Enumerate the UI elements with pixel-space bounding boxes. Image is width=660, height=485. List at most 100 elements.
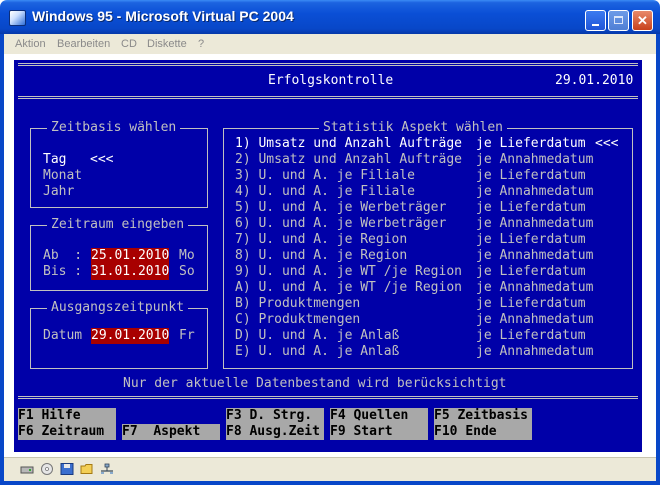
- f9-start-key[interactable]: F9 Start: [330, 424, 428, 440]
- statistik-item[interactable]: 4) U. und A. je Filiale: [235, 184, 415, 200]
- statistik-item-mode: je Annahmedatum: [476, 248, 594, 263]
- f10-ende-key[interactable]: F10 Ende: [434, 424, 532, 440]
- fkey-text: Ende: [465, 424, 497, 439]
- bis-weekday: So: [179, 264, 195, 279]
- header-date: 29.01.2010: [555, 73, 634, 88]
- close-icon: ✕: [637, 13, 648, 28]
- window-frame-right: [656, 34, 660, 485]
- zeitbasis-option-monat[interactable]: Monat: [43, 168, 82, 184]
- fkey-text: Start: [353, 424, 393, 439]
- statistik-item-mode: je Lieferdatum: [476, 328, 586, 343]
- dos-screen[interactable]: Erfolgskontrolle 29.01.2010 Zeitbasis wä…: [14, 60, 642, 452]
- statistik-selected-marker: <<<: [595, 136, 619, 151]
- statistik-item-mode: je Lieferdatum: [476, 232, 586, 247]
- statistik-item-mode: je Annahmedatum: [476, 184, 594, 199]
- bis-label: Bis :: [43, 264, 83, 279]
- fkey-text: Quellen: [353, 408, 409, 423]
- datum-label: Datum: [43, 328, 83, 343]
- statistik-item[interactable]: 3) U. und A. je Filiale: [235, 168, 415, 184]
- cd-icon[interactable]: [40, 463, 54, 475]
- floppy-icon[interactable]: [60, 463, 74, 475]
- ab-label: Ab :: [43, 248, 83, 263]
- menu-bar: Aktion Bearbeiten CD Diskette ?: [4, 34, 656, 54]
- statistik-item-mode: je Annahmedatum: [476, 152, 594, 167]
- zeitraum-title: Zeitraum eingeben: [47, 217, 189, 233]
- zeitbasis-title: Zeitbasis wählen: [47, 120, 181, 136]
- fkey-label: F5: [434, 408, 450, 423]
- statistik-item-mode: je Annahmedatum: [476, 312, 594, 327]
- statistik-item[interactable]: E) U. und A. je Anlaß: [235, 344, 399, 360]
- disk-drive-icon[interactable]: [20, 463, 34, 475]
- ab-weekday: Mo: [179, 248, 195, 263]
- datum-field[interactable]: 29.01.2010: [91, 328, 170, 344]
- f1-help-key[interactable]: F1 Hilfe: [18, 408, 116, 424]
- f8-ausgzeit-key[interactable]: F8 Ausg.Zeit: [226, 424, 324, 440]
- fkey-label: F1: [18, 408, 34, 423]
- header-top-border: [18, 63, 638, 66]
- f6-zeitraum-key[interactable]: F6 Zeitraum: [18, 424, 116, 440]
- fkey-label: F4: [330, 408, 346, 423]
- footer-border: [18, 396, 638, 399]
- f7-aspekt-key[interactable]: F7 Aspekt: [122, 424, 220, 440]
- title-bar[interactable]: Windows 95 - Microsoft Virtual PC 2004 ✕: [0, 0, 660, 34]
- statistik-item[interactable]: B) Produktmengen: [235, 296, 360, 312]
- zeitbasis-option-tag[interactable]: Tag: [43, 152, 66, 168]
- menu-aktion[interactable]: Aktion: [15, 38, 46, 50]
- datum-weekday: Fr: [179, 328, 195, 343]
- fkey-text: D. Strg.: [249, 408, 313, 423]
- menu-help[interactable]: ?: [198, 38, 204, 50]
- menu-bearbeiten[interactable]: Bearbeiten: [57, 38, 110, 50]
- screen-title: Erfolgskontrolle: [268, 73, 394, 88]
- footer-note: Nur der aktuelle Datenbestand wird berüc…: [123, 376, 507, 391]
- fkey-text: Zeitraum: [41, 424, 105, 439]
- statistik-item[interactable]: 1) Umsatz und Anzahl Aufträge: [235, 136, 462, 152]
- menu-diskette[interactable]: Diskette: [147, 38, 187, 50]
- fkey-text: Ausg.Zeit: [249, 424, 320, 439]
- minimize-icon: [592, 24, 599, 26]
- f3-strg-key[interactable]: F3 D. Strg.: [226, 408, 324, 424]
- zeitbasis-option-jahr[interactable]: Jahr: [43, 184, 74, 200]
- ausgang-title: Ausgangszeitpunkt: [47, 300, 189, 316]
- statistik-item[interactable]: A) U. und A. je WT /je Region: [235, 280, 462, 296]
- statistik-item[interactable]: 2) Umsatz und Anzahl Aufträge: [235, 152, 462, 168]
- zeitbasis-tag-label: Tag: [43, 152, 67, 167]
- statistik-item[interactable]: 7) U. und A. je Region: [235, 232, 407, 248]
- fkey-text: Aspekt: [153, 424, 201, 439]
- menu-cd[interactable]: CD: [121, 38, 137, 50]
- statistik-item[interactable]: C) Produktmengen: [235, 312, 360, 328]
- f5-zeitbasis-key[interactable]: F5 Zeitbasis: [434, 408, 532, 424]
- close-button[interactable]: ✕: [632, 10, 653, 31]
- statistik-title: Statistik Aspekt wählen: [319, 120, 508, 136]
- fkey-label: F10: [434, 424, 458, 439]
- status-bar: [4, 457, 656, 481]
- folder-icon[interactable]: [80, 463, 94, 475]
- ab-date-field[interactable]: 25.01.2010: [91, 248, 170, 264]
- fkey-label: F6: [18, 424, 34, 439]
- statistik-item[interactable]: 9) U. und A. je WT /je Region: [235, 264, 462, 280]
- statistik-item[interactable]: 8) U. und A. je Region: [235, 248, 407, 264]
- fkey-text: Zeitbasis: [457, 408, 528, 423]
- maximize-button[interactable]: [608, 10, 629, 31]
- fkey-text: Hilfe: [41, 408, 81, 423]
- statistik-item-mode: je Annahmedatum: [476, 280, 594, 295]
- statistik-item-mode: je Lieferdatum: [476, 200, 586, 215]
- statistik-item-mode: je Lieferdatum: [476, 296, 586, 311]
- f4-quellen-key[interactable]: F4 Quellen: [330, 408, 428, 424]
- statistik-item-mode: je Lieferdatum: [476, 168, 586, 183]
- zeitbasis-selected-marker: <<<: [90, 152, 114, 167]
- bis-date-field[interactable]: 31.01.2010: [91, 264, 170, 280]
- fkey-label: F8: [226, 424, 242, 439]
- fkey-label: F7: [122, 424, 138, 439]
- statistik-item[interactable]: 5) U. und A. je Werbeträger: [235, 200, 446, 216]
- maximize-icon: [614, 16, 623, 24]
- network-icon[interactable]: [100, 463, 114, 475]
- fkey-label: F3: [226, 408, 242, 423]
- statistik-item-mode: je Annahmedatum: [476, 216, 594, 231]
- statistik-item[interactable]: D) U. und A. je Anlaß: [235, 328, 399, 344]
- window-frame-bottom: [0, 481, 660, 485]
- minimize-button[interactable]: [585, 10, 606, 31]
- statistik-item[interactable]: 6) U. und A. je Werbeträger: [235, 216, 446, 232]
- statistik-item-mode: je Lieferdatum: [476, 264, 586, 279]
- window-title: Windows 95 - Microsoft Virtual PC 2004: [32, 8, 294, 24]
- statistik-item-mode: je Annahmedatum: [476, 344, 594, 359]
